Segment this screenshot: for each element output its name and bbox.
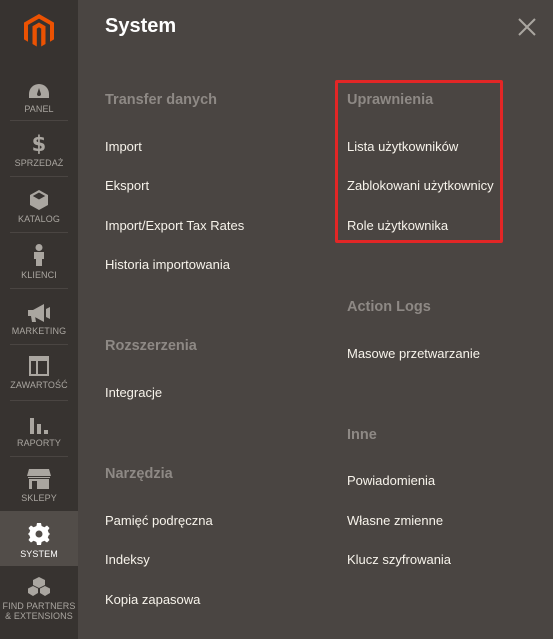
link-import[interactable]: Import <box>105 139 142 154</box>
nav-label-reports: RAPORTY <box>16 438 62 448</box>
gear-icon <box>28 523 50 545</box>
svg-text:$: $ <box>32 132 46 154</box>
group-title-tools: Narzędzia <box>105 466 173 482</box>
close-icon[interactable] <box>518 18 536 36</box>
link-bulk-actions[interactable]: Masowe przetwarzanie <box>347 346 480 361</box>
nav-label-content: ZAWARTOŚĆ <box>10 380 68 390</box>
link-index-management[interactable]: Indeksy <box>105 552 150 567</box>
divider <box>10 176 68 177</box>
link-custom-variables[interactable]: Własne zmienne <box>347 513 443 528</box>
link-cache-management[interactable]: Pamięć podręczna <box>105 513 213 528</box>
link-user-roles[interactable]: Role użytkownika <box>347 218 448 233</box>
nav-item-system[interactable]: SYSTEM <box>0 511 78 566</box>
bar-chart-icon <box>30 418 48 434</box>
admin-sidebar: PANEL $ SPRZEDAŻ KATALOG KLIENCI MARKETI… <box>0 0 78 639</box>
divider <box>10 288 68 289</box>
nav-label-sales: SPRZEDAŻ <box>14 158 64 168</box>
magento-logo[interactable] <box>0 0 78 62</box>
nav-label-customers: KLIENCI <box>21 270 57 280</box>
group-title-permissions: Uprawnienia <box>347 92 434 108</box>
nav-label-panel: PANEL <box>24 104 54 114</box>
nav-label-find-partners-2: & EXTENSIONS <box>5 611 73 621</box>
link-notifications[interactable]: Powiadomienia <box>347 473 435 488</box>
divider <box>10 120 68 121</box>
layout-icon <box>29 356 49 376</box>
link-import-export-tax-rates[interactable]: Import/Export Tax Rates <box>105 218 244 233</box>
divider <box>10 232 68 233</box>
nav-label-stores: SKLEPY <box>21 493 57 503</box>
person-icon <box>34 244 44 266</box>
group-title-action-logs: Action Logs <box>347 299 431 315</box>
divider <box>10 344 68 345</box>
boxes-icon <box>28 577 50 596</box>
nav-item-panel[interactable]: PANEL <box>0 76 78 130</box>
nav-item-content[interactable]: ZAWARTOŚĆ <box>0 352 78 406</box>
dollar-icon: $ <box>32 132 46 154</box>
link-encryption-key[interactable]: Klucz szyfrowania <box>347 552 451 567</box>
magento-logo-icon <box>24 14 54 47</box>
link-all-users[interactable]: Lista użytkowników <box>347 139 458 154</box>
system-menu-panel: System Transfer danych Import Eksport Im… <box>78 0 553 639</box>
divider <box>10 400 68 401</box>
link-backups[interactable]: Kopia zapasowa <box>105 592 200 607</box>
divider <box>10 456 68 457</box>
panel-title: System <box>105 15 177 37</box>
nav-item-find-partners[interactable]: FIND PARTNERS & EXTENSIONS <box>0 575 78 635</box>
nav-label-marketing: MARKETING <box>11 326 67 336</box>
nav-label-find-partners-1: FIND PARTNERS <box>2 601 76 611</box>
nav-label-system: SYSTEM <box>20 549 58 559</box>
dashboard-icon <box>29 84 49 98</box>
megaphone-icon <box>28 304 50 322</box>
cube-icon <box>30 190 48 210</box>
group-title-extensions: Rozszerzenia <box>105 338 197 354</box>
group-title-other: Inne <box>347 427 377 443</box>
link-import-history[interactable]: Historia importowania <box>105 257 230 272</box>
link-integrations[interactable]: Integracje <box>105 385 162 400</box>
store-icon <box>27 469 51 489</box>
link-export[interactable]: Eksport <box>105 178 149 193</box>
link-locked-users[interactable]: Zablokowani użytkownicy <box>347 178 494 193</box>
group-title-data-transfer: Transfer danych <box>105 92 218 108</box>
nav-label-catalog: KATALOG <box>18 214 60 224</box>
